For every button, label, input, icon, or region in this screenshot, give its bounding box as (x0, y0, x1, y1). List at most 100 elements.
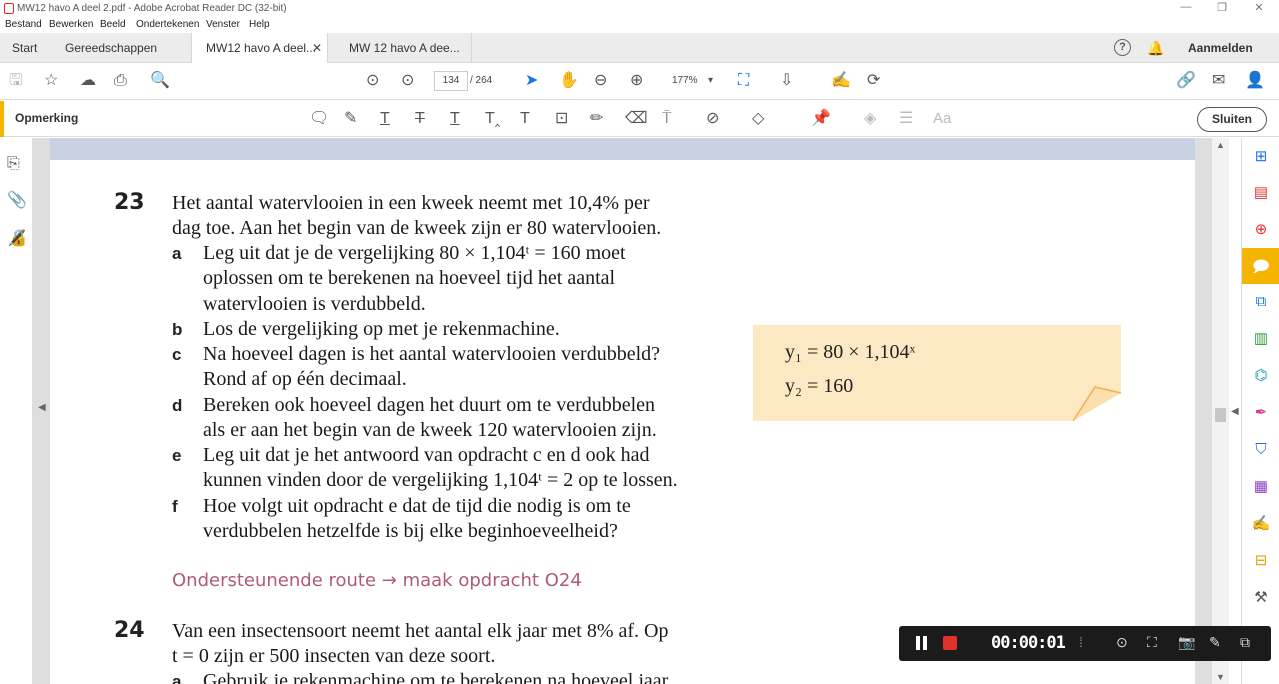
highlight-icon[interactable]: ✎ (344, 110, 357, 128)
page-thumbnails-icon[interactable]: ⎘ (7, 155, 20, 173)
request-signature-icon[interactable]: ✍ (1251, 514, 1271, 534)
more-tools-icon[interactable]: ⚒ (1251, 588, 1271, 608)
combine-files-icon[interactable]: ⧉ (1251, 292, 1271, 312)
zoom-search-icon[interactable]: 🔍 (150, 72, 170, 90)
pdf-page: 23 Het aantal watervlooien in een kweek … (50, 160, 1195, 684)
tab-document-2-title: MW 12 havo A dee... (349, 41, 460, 55)
help-icon[interactable]: ? (1114, 39, 1131, 56)
subquestion-d: Bereken ook hoeveel dagen het duurt om t… (203, 393, 657, 444)
stamp-icon[interactable]: ⍑ (662, 110, 672, 128)
menu-bestand[interactable]: Bestand (5, 19, 42, 30)
document-view[interactable]: ◀ 23 Het aantal watervlooien in een kwee… (33, 138, 1212, 684)
save-icon[interactable]: 🖫 (9, 72, 23, 90)
hand-tool-icon[interactable]: ✋ (559, 72, 579, 90)
stop-recording-button[interactable] (943, 636, 957, 650)
strikethrough-icon[interactable]: T (415, 110, 425, 128)
attach-file-icon[interactable]: ⊘ (706, 110, 719, 128)
edit-pdf-icon[interactable]: ▥ (1251, 329, 1271, 349)
fit-page-icon[interactable]: ⛶ (738, 72, 749, 90)
comment-tool-active[interactable]: 🗩 (1242, 248, 1279, 284)
create-pdf-icon[interactable]: ⊞ (1251, 147, 1271, 167)
account-icon[interactable]: 👤 (1245, 72, 1265, 90)
text-line: dag toe. Aan het begin van de kweek zijn… (172, 217, 662, 240)
restore-icon[interactable]: ❐ (1207, 1, 1237, 14)
page-number-input[interactable]: 134 (434, 71, 468, 91)
fill-color-icon[interactable]: ◈ (864, 110, 876, 128)
zoom-out-icon[interactable]: ⊖ (594, 72, 607, 90)
camera-icon[interactable]: 📷 (1178, 634, 1195, 651)
close-comment-button[interactable]: Sluiten (1197, 107, 1267, 132)
minimize-icon[interactable]: — (1171, 1, 1201, 13)
protect-shield-icon[interactable]: ⛉ (1251, 440, 1271, 460)
email-icon[interactable]: ✉ (1212, 72, 1225, 90)
notification-bell-icon[interactable]: 🔔 (1147, 40, 1164, 57)
pause-recording-button[interactable] (915, 636, 929, 650)
line-weight-icon[interactable]: ☰ (899, 110, 913, 128)
scroll-mode-icon[interactable]: ⇩ (780, 72, 793, 90)
zoom-in-icon[interactable]: ⊕ (630, 72, 643, 90)
question-23-intro: Het aantal watervlooien in een kweek nee… (172, 191, 661, 242)
tab-start[interactable]: Start (12, 33, 37, 63)
text-properties-icon[interactable]: Aa (933, 110, 951, 128)
menu-venster[interactable]: Venster (206, 19, 240, 30)
subquestion-letter-a: a (172, 672, 182, 684)
collapse-left-panel-icon[interactable]: ◀ (38, 402, 46, 413)
acrobat-icon (4, 3, 14, 14)
menu-bewerken[interactable]: Bewerken (49, 19, 93, 30)
scrollbar-thumb[interactable] (1215, 408, 1226, 422)
region-capture-icon[interactable]: ⊙ (1116, 634, 1128, 651)
eraser-icon[interactable]: ⌫ (625, 110, 648, 128)
draw-pen-icon[interactable]: ✎ (1209, 634, 1221, 651)
organize-pages-icon[interactable]: ▤ (1251, 183, 1271, 203)
menu-help[interactable]: Help (249, 19, 270, 30)
subquestion-letter-b: b (172, 320, 183, 339)
previous-page-icon[interactable]: ⊙ (366, 72, 379, 90)
subquestion-letter-a: a (172, 244, 182, 263)
share-link-icon[interactable]: 🔗 (1176, 72, 1196, 90)
collapse-right-panel-icon[interactable]: ◀ (1231, 406, 1239, 417)
sticky-note-icon[interactable]: 🗨 (309, 110, 329, 128)
scan-ocr-icon[interactable]: ⌬ (1251, 366, 1271, 386)
text-box-icon[interactable]: ⊡ (555, 110, 568, 128)
signatures-icon[interactable]: 🔏 (7, 230, 27, 248)
tab-tools[interactable]: Gereedschappen (65, 33, 157, 63)
insert-text-icon[interactable]: T‸ (485, 110, 500, 128)
underline-text-icon[interactable]: T (380, 110, 390, 128)
attachments-paperclip-icon[interactable]: 📎 (7, 192, 27, 210)
tab-document-active[interactable]: MW12 havo A deel... ✕ (191, 33, 328, 63)
fullscreen-icon[interactable]: ⛶ (1147, 634, 1157, 651)
select-cursor-icon[interactable]: ➤ (525, 72, 538, 90)
zoom-level-select[interactable]: 177% (664, 71, 718, 91)
add-text-icon[interactable]: T (520, 110, 530, 128)
read-aloud-icon[interactable]: ⟳ (867, 72, 880, 90)
vertical-scrollbar[interactable]: ▲ ▼ (1212, 138, 1229, 684)
sign-icon[interactable]: ✍ (831, 72, 851, 90)
tab-document-2[interactable]: MW 12 havo A dee... (329, 33, 472, 63)
pin-icon[interactable]: 📌 (811, 110, 831, 128)
scroll-down-icon[interactable]: ▼ (1216, 672, 1225, 682)
previous-page-edge (50, 138, 1195, 160)
audio-level-icon: ⁞ (1079, 634, 1083, 650)
close-window-icon[interactable]: ✕ (1244, 1, 1274, 14)
shapes-icon[interactable]: ◇ (752, 110, 764, 128)
upload-cloud-icon[interactable]: ☁ (80, 72, 96, 90)
pencil-icon[interactable]: ✏ (590, 110, 603, 128)
fill-sign-icon[interactable]: ✒ (1251, 403, 1271, 423)
scroll-up-icon[interactable]: ▲ (1216, 140, 1225, 150)
print-icon[interactable]: ⎙ (114, 72, 127, 90)
next-page-icon[interactable]: ⊙ (401, 72, 414, 90)
subquestion-letter-c: c (172, 345, 182, 364)
menu-beeld[interactable]: Beeld (100, 19, 126, 30)
export-pdf-icon[interactable]: ⊕ (1251, 220, 1271, 240)
window-mode-icon[interactable]: ⧉ (1240, 634, 1250, 651)
menu-ondertekenen[interactable]: Ondertekenen (136, 19, 199, 30)
compress-pdf-icon[interactable]: ⊟ (1251, 551, 1271, 571)
close-tab-icon[interactable]: ✕ (312, 33, 322, 63)
text-line: Gebruik je rekenmachine om te berekenen … (203, 670, 669, 684)
calculator-note-box: y₁ = 80 × 1,104ˣ y₂ = 160 (753, 325, 1121, 421)
screen-recorder-bar: 00:00:01 ⁞ ⊙ ⛶ 📷 ✎ ⧉ (899, 626, 1271, 661)
replace-text-icon[interactable]: T̲ (450, 110, 460, 128)
bookmark-star-icon[interactable]: ☆ (44, 72, 58, 90)
signin-button[interactable]: Aanmelden (1188, 33, 1253, 63)
prepare-form-icon[interactable]: ▦ (1251, 477, 1271, 497)
